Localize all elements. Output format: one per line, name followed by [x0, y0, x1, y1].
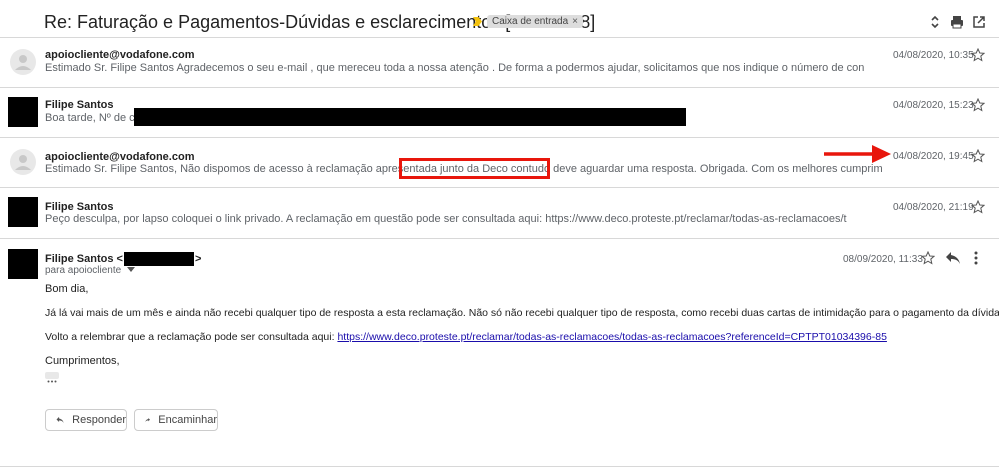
message-sender: Filipe Santos [45, 99, 114, 111]
expanded-date: 08/09/2020, 11:33 [843, 254, 923, 265]
expanded-sender-name: Filipe Santos < [45, 252, 123, 265]
reply-button-label: Responder [72, 414, 126, 426]
inbox-label-chip: Caixa de entrada × [487, 15, 584, 28]
avatar-redacted [8, 97, 38, 127]
expanded-sender: Filipe Santos < > [45, 252, 201, 266]
avatar-redacted [8, 249, 38, 279]
body-paragraph-2: Volto a relembrar que a reclamação pode … [45, 331, 887, 343]
message-snippet: Peço desculpa, por lapso coloquei o link… [45, 213, 847, 225]
body-paragraph-2-text: Volto a relembrar que a reclamação pode … [45, 331, 338, 343]
avatar [10, 149, 36, 175]
message-row-2[interactable]: Filipe Santos Boa tarde, Nº de conta: 04… [0, 88, 999, 136]
remove-label-icon[interactable]: × [572, 16, 578, 27]
message-sender: Filipe Santos [45, 201, 114, 213]
message-date: 04/08/2020, 10:35 [893, 50, 974, 61]
recipient-line[interactable]: para apoiocliente [45, 265, 135, 276]
reply-arrow-icon [56, 416, 64, 424]
reply-icon[interactable] [945, 251, 961, 265]
ellipsis-icon [47, 380, 57, 383]
expanded-sender-end: > [194, 252, 202, 265]
forward-arrow-icon [145, 418, 150, 422]
message-snippet: Estimado Sr. Filipe Santos Agradecemos o… [45, 62, 865, 74]
footer-divider [0, 466, 999, 467]
avatar [10, 49, 36, 75]
avatar-redacted [8, 197, 38, 227]
open-new-window-icon[interactable] [972, 15, 986, 29]
default-avatar-icon [15, 155, 31, 170]
reclamation-link[interactable]: https://www.deco.proteste.pt/reclamar/to… [337, 331, 886, 343]
message-date: 04/08/2020, 19:45 [893, 151, 974, 162]
default-avatar-icon [15, 55, 31, 70]
star-icon[interactable] [921, 251, 935, 265]
red-arrow-icon [824, 145, 891, 163]
message-date: 04/08/2020, 21:19 [893, 202, 974, 213]
message-row-1[interactable]: apoiocliente@vodafone.com Estimado Sr. F… [0, 38, 999, 86]
closing-text: Cumprimentos, [45, 355, 120, 367]
message-sender: apoiocliente@vodafone.com [45, 49, 195, 61]
inbox-label-text: Caixa de entrada [492, 16, 569, 27]
body-paragraph-1: Já lá vai mais de um mês e ainda não rec… [45, 307, 999, 319]
message-date: 04/08/2020, 15:23 [893, 100, 974, 111]
message-row-4[interactable]: Filipe Santos Peço desculpa, por lapso c… [0, 188, 999, 236]
chevron-down-icon[interactable] [126, 267, 135, 273]
recipient-text: para apoiocliente [45, 265, 122, 276]
star-icon[interactable] [971, 200, 985, 214]
importance-marker-icon[interactable] [473, 17, 482, 26]
forward-button-label: Encaminhar [158, 414, 217, 426]
expand-collapse-icon[interactable] [928, 15, 942, 29]
redacted-account-number [134, 108, 686, 126]
show-trimmed-content-button[interactable] [45, 372, 59, 383]
highlight-box [399, 158, 550, 179]
star-icon[interactable] [971, 149, 985, 163]
more-options-icon[interactable] [973, 251, 979, 265]
forward-button[interactable]: Encaminhar [134, 409, 218, 431]
star-icon[interactable] [971, 98, 985, 112]
greeting-text: Bom dia, [45, 283, 89, 295]
reply-button[interactable]: Responder [45, 409, 127, 431]
message-row-3[interactable]: apoiocliente@vodafone.com Estimado Sr. F… [0, 138, 999, 186]
print-icon[interactable] [950, 15, 964, 29]
star-icon[interactable] [971, 48, 985, 62]
redacted-email [123, 252, 194, 266]
message-sender: apoiocliente@vodafone.com [45, 151, 195, 163]
